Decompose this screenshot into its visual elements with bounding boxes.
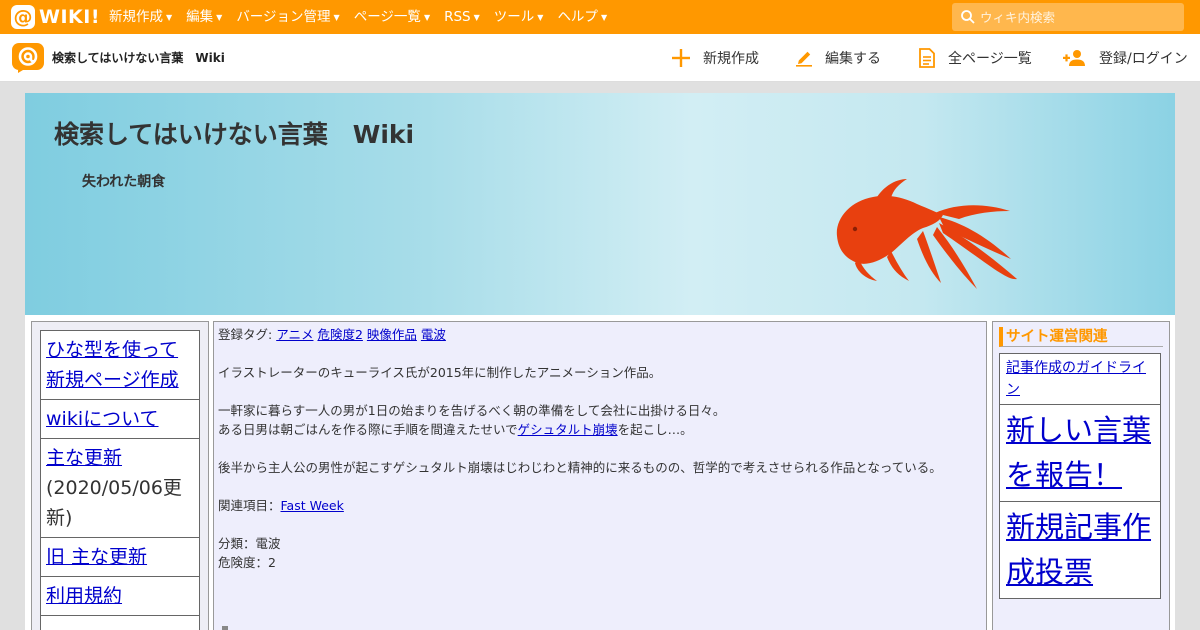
article-body: 登録タグ: アニメ 危険度2 映像作品 電波 イラストレーターのキューライス氏が… bbox=[213, 321, 987, 630]
site-admin-heading: サイト運営関連 bbox=[999, 327, 1163, 347]
left-menu-item: wikiについて bbox=[40, 399, 200, 439]
right-sidebar: サイト運営関連 記事作成のガイドライン 新しい言葉を報告！ 新規記事作成投票 bbox=[992, 321, 1170, 630]
goldfish-illustration bbox=[836, 179, 1017, 289]
logo-text: WIKI! bbox=[39, 6, 100, 28]
left-menu-table: ひな型を使って新規ページ作成 wikiについて 主な更新 (2020/05/06更… bbox=[40, 330, 200, 630]
menu-help-label: ヘルプ bbox=[557, 9, 598, 25]
article-paragraph: ある日男は朝ごはんを作る際に手順を間違えたせいでゲシュタルト崩壊を起こし…。 bbox=[218, 420, 942, 439]
menu-pages[interactable]: ページ一覧 ▼ bbox=[354, 0, 430, 34]
guideline-link[interactable]: 記事作成のガイドライン bbox=[1006, 360, 1146, 398]
menu-link-terms[interactable]: 利用規約 bbox=[46, 585, 122, 607]
right-menu-item: 記事作成のガイドライン bbox=[999, 353, 1161, 405]
menu-help[interactable]: ヘルプ ▼ bbox=[557, 0, 607, 34]
left-menu-item: 旧 主な更新 bbox=[40, 537, 200, 577]
wiki-header-banner: 検索してはいけない言葉 Wiki 失われた朝食 bbox=[25, 93, 1175, 315]
tag-link-danger2[interactable]: 危険度2 bbox=[317, 327, 362, 342]
pencil-icon bbox=[796, 51, 812, 67]
at-logo-icon: @ bbox=[11, 5, 35, 29]
left-menu-item: ひな型を使って新規ページ作成 bbox=[40, 330, 200, 400]
category-line: 分類：電波 bbox=[218, 536, 281, 551]
menu-version[interactable]: バージョン管理 ▼ bbox=[236, 0, 339, 34]
caret-down-icon: ▼ bbox=[216, 13, 223, 22]
left-menu-item: 主な更新 (2020/05/06更新) bbox=[40, 438, 200, 538]
report-new-word-link[interactable]: 新しい言葉を報告！ bbox=[1006, 413, 1151, 492]
related-label: 関連項目： bbox=[218, 498, 281, 513]
fish-eye bbox=[852, 226, 858, 232]
article-paragraph: 一軒家に暮らす一人の男が1日の始まりを告げるべく朝の準備をして会社に出掛ける日々… bbox=[218, 403, 726, 418]
caret-down-icon: ▼ bbox=[473, 13, 480, 22]
top-navbar: @ WIKI! 新規作成 ▼ 編集 ▼ バージョン管理 ▼ ページ一覧 ▼ RSS ▼ ツ… bbox=[0, 0, 1200, 34]
search-icon bbox=[961, 10, 975, 24]
article-text: 登録タグ: アニメ 危険度2 映像作品 電波 イラストレーターのキューライス氏が… bbox=[218, 325, 942, 572]
login-button[interactable]: 登録/ログイン bbox=[1063, 34, 1188, 82]
edit-button[interactable]: 編集する bbox=[795, 34, 881, 82]
caret-down-icon: ▼ bbox=[423, 13, 431, 22]
menu-rss-label: RSS bbox=[444, 9, 471, 25]
edit-label: 編集する bbox=[825, 51, 881, 67]
tag-link-anime[interactable]: アニメ bbox=[276, 327, 313, 342]
menu-pages-label: ページ一覧 bbox=[353, 9, 421, 25]
related-line: 関連項目：Fast Week bbox=[218, 496, 942, 515]
menu-version-label: バージョン管理 bbox=[236, 9, 331, 25]
wiki-title[interactable]: 検索してはいけない言葉 Wiki bbox=[54, 115, 414, 151]
paragraph-text: を起こし…。 bbox=[617, 422, 693, 437]
document-icon bbox=[919, 48, 935, 68]
right-menu-table: 記事作成のガイドライン 新しい言葉を報告！ 新規記事作成投票 bbox=[999, 353, 1161, 599]
page-title: 失われた朝食 bbox=[82, 174, 166, 190]
new-page-button[interactable]: 新規作成 bbox=[671, 34, 759, 82]
wiki-search bbox=[952, 3, 1184, 31]
paragraph-text: ある日男は朝ごはんを作る際に手順を間違えたせいで bbox=[218, 422, 518, 437]
article-paragraph: 後半から主人公の男性が起こすゲシュタルト崩壊はじわじわと精神的に来るものの、哲学… bbox=[218, 460, 942, 475]
scroll-marker bbox=[222, 626, 228, 630]
menu-tools[interactable]: ツール ▼ bbox=[494, 0, 544, 34]
tag-line: 登録タグ: アニメ 危険度2 映像作品 電波 bbox=[218, 325, 942, 344]
login-label: 登録/ログイン bbox=[1099, 51, 1188, 67]
caret-down-icon: ▼ bbox=[537, 13, 544, 22]
search-input[interactable] bbox=[980, 3, 1180, 31]
right-menu-item: 新しい言葉を報告！ bbox=[999, 404, 1161, 502]
menu-rss[interactable]: RSS ▼ bbox=[444, 0, 480, 34]
related-link-fast-week[interactable]: Fast Week bbox=[281, 498, 344, 513]
tag-link-denpa[interactable]: 電波 bbox=[421, 327, 446, 342]
danger-level-line: 危険度：2 bbox=[218, 555, 276, 570]
left-menu-item bbox=[40, 615, 200, 630]
menu-edit[interactable]: 編集 ▼ bbox=[186, 0, 222, 34]
menu-link-main-updates[interactable]: 主な更新 bbox=[46, 447, 122, 469]
menu-link-old-updates[interactable]: 旧 主な更新 bbox=[46, 546, 147, 568]
new-page-label: 新規作成 bbox=[703, 51, 759, 67]
article-paragraph: イラストレーターのキューライス氏が2015年に制作したアニメーション作品。 bbox=[218, 365, 662, 380]
left-menu-item: 利用規約 bbox=[40, 576, 200, 616]
all-pages-button[interactable]: 全ページ一覧 bbox=[918, 34, 1032, 82]
caret-down-icon: ▼ bbox=[600, 13, 608, 22]
update-date-note: (2020/05/06更新) bbox=[46, 477, 182, 529]
new-article-vote-link[interactable]: 新規記事作成投票 bbox=[1006, 510, 1151, 589]
at-logo-icon[interactable] bbox=[12, 43, 44, 73]
menu-new[interactable]: 新規作成 ▼ bbox=[109, 0, 172, 34]
caret-down-icon: ▼ bbox=[333, 13, 340, 22]
caret-down-icon: ▼ bbox=[166, 13, 173, 22]
atwiki-logo[interactable]: @ WIKI! bbox=[11, 5, 99, 29]
gestalt-collapse-link[interactable]: ゲシュタルト崩壊 bbox=[518, 422, 618, 437]
menu-link-template-new-page[interactable]: ひな型を使って新規ページ作成 bbox=[46, 339, 179, 391]
user-add-icon bbox=[1063, 50, 1085, 66]
tag-link-video[interactable]: 映像作品 bbox=[367, 327, 417, 342]
all-pages-label: 全ページ一覧 bbox=[948, 51, 1032, 67]
top-menu: 新規作成 ▼ 編集 ▼ バージョン管理 ▼ ページ一覧 ▼ RSS ▼ ツール ▼ ヘルプ ▼ bbox=[109, 0, 621, 34]
menu-new-label: 新規作成 bbox=[109, 9, 163, 25]
menu-edit-label: 編集 bbox=[186, 9, 214, 25]
menu-link-about-wiki[interactable]: wikiについて bbox=[46, 408, 159, 430]
site-toolbar: 検索してはいけない言葉 Wiki 新規作成 編集する 全ページ一覧 登録/ログイ… bbox=[0, 34, 1200, 82]
menu-tools-label: ツール bbox=[493, 9, 535, 25]
plus-icon bbox=[672, 49, 690, 67]
site-name[interactable]: 検索してはいけない言葉 Wiki bbox=[52, 34, 225, 82]
right-menu-item: 新規記事作成投票 bbox=[999, 501, 1161, 599]
tags-label: 登録タグ: bbox=[218, 327, 273, 342]
left-sidebar: ひな型を使って新規ページ作成 wikiについて 主な更新 (2020/05/06更… bbox=[31, 321, 209, 630]
